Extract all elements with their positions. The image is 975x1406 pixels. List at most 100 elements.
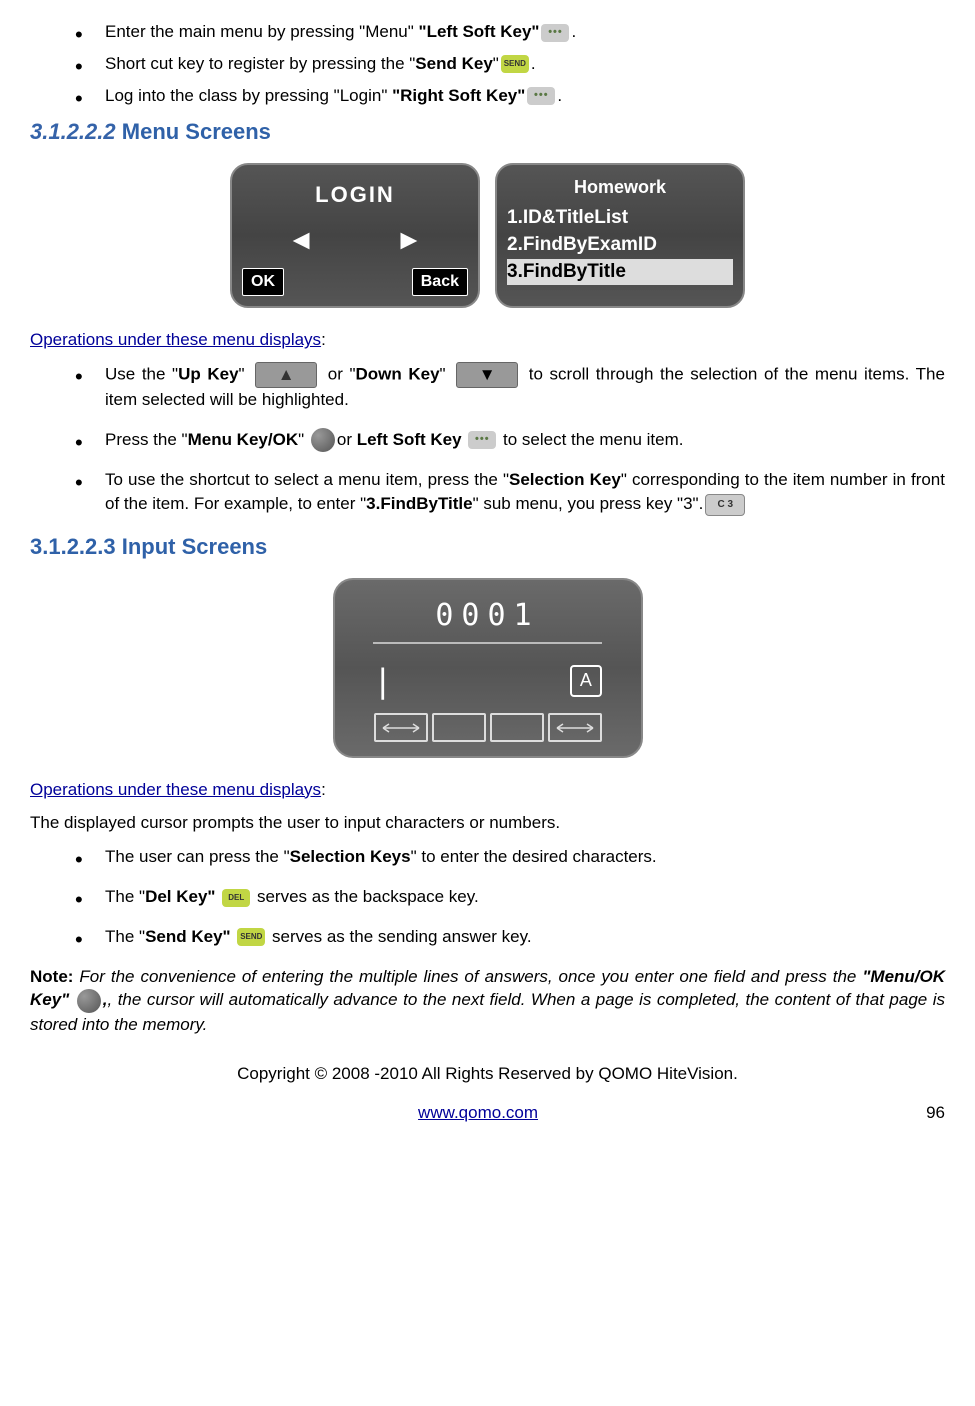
answer-box: [432, 713, 486, 742]
right-soft-key-icon: [527, 87, 555, 105]
text: serves as the sending answer key.: [267, 927, 531, 946]
footer: Copyright © 2008 -2010 All Rights Reserv…: [30, 1062, 945, 1125]
bullet-menu: Enter the main menu by pressing "Menu" "…: [80, 20, 945, 44]
send-key-icon: SEND: [501, 55, 529, 73]
text: " to enter the desired characters.: [411, 847, 657, 866]
section-title: Input Screens: [116, 534, 268, 559]
answer-box: [490, 713, 544, 742]
note-label: Note:: [30, 967, 79, 986]
text: .: [571, 22, 576, 41]
text: The user can press the ": [105, 847, 290, 866]
login-arrows: ◄►: [287, 220, 422, 259]
text: The ": [105, 927, 145, 946]
mode-indicator: A: [570, 665, 602, 697]
key-3-icon: C 3: [705, 494, 745, 516]
login-bottom: OK Back: [242, 268, 468, 296]
text: .: [531, 54, 536, 73]
divider: [373, 642, 602, 644]
login-screen: LOGIN ◄► OK Back: [230, 163, 480, 308]
cursor-row: | A: [373, 659, 602, 704]
heading-menu-screens: 3.1.2.2.2 Menu Screens: [30, 117, 945, 148]
del-key-icon: DEL: [222, 889, 250, 907]
left-soft-key-label: "Left Soft Key": [419, 22, 540, 41]
top-bullets: Enter the main menu by pressing "Menu" "…: [30, 20, 945, 107]
text: Press the ": [105, 430, 188, 449]
menu-key-label: Menu Key/OK: [188, 430, 299, 449]
left-soft-key-icon: [468, 431, 496, 449]
input-ops-bullets: The user can press the "Selection Keys" …: [30, 845, 945, 948]
answer-box: [548, 713, 602, 742]
find-by-title-label: 3.FindByTitle: [366, 494, 472, 513]
back-button: Back: [412, 268, 468, 296]
page-number: 96: [926, 1101, 945, 1125]
text: ": [239, 364, 252, 383]
heading-input-screens: 3.1.2.2.3 Input Screens: [30, 532, 945, 563]
text: Log into the class by pressing "Login": [105, 86, 392, 105]
selection-keys-label: Selection Keys: [290, 847, 411, 866]
hw-item-1: 1.ID&TitleList: [507, 205, 733, 232]
cursor: |: [373, 659, 392, 704]
input-screenshot: 0001 | A: [30, 578, 945, 758]
copyright: Copyright © 2008 -2010 All Rights Reserv…: [30, 1062, 945, 1086]
note-paragraph: Note: For the convenience of entering th…: [30, 965, 945, 1037]
ok-button: OK: [242, 268, 284, 296]
cursor-description: The displayed cursor prompts the user to…: [30, 811, 945, 835]
input-display-number: 0001: [435, 595, 539, 637]
hw-item-2: 2.FindByExamID: [507, 232, 733, 259]
menu-ok-icon: [311, 428, 335, 452]
text: ": [298, 430, 309, 449]
ops-heading-1: Operations under these menu displays:: [30, 328, 945, 352]
right-soft-key-label: "Right Soft Key": [392, 86, 525, 105]
send-key-icon: SEND: [237, 928, 265, 946]
left-soft-key-icon: [541, 24, 569, 42]
homework-screen: Homework 1.ID&TitleList 2.FindByExamID 3…: [495, 163, 745, 308]
section-number: 3.1.2.2.3: [30, 534, 116, 559]
note-text: For the convenience of entering the mult…: [79, 967, 862, 986]
left-soft-key-label: Left Soft Key: [357, 430, 467, 449]
text: ": [493, 54, 499, 73]
bullet-selection-keys: The user can press the "Selection Keys" …: [80, 845, 945, 869]
hw-item-3-selected: 3.FindByTitle: [507, 259, 733, 286]
menu-ops-bullets: Use the "Up Key" or "Down Key" to scroll…: [30, 362, 945, 516]
text: :: [321, 780, 326, 799]
ops-link: Operations under these menu displays: [30, 330, 321, 349]
answer-box: [374, 713, 428, 742]
text: Use the ": [105, 364, 178, 383]
answer-boxes: [374, 713, 602, 742]
bullet-register: Short cut key to register by pressing th…: [80, 52, 945, 76]
hw-title: Homework: [507, 175, 733, 200]
text: " sub menu, you press key "3".: [473, 494, 704, 513]
selection-key-label: Selection Key: [509, 470, 621, 489]
login-title: LOGIN: [315, 180, 395, 211]
text: :: [321, 330, 326, 349]
url: www.qomo.com: [418, 1103, 538, 1122]
ops-heading-2: Operations under these menu displays:: [30, 778, 945, 802]
ops-link: Operations under these menu displays: [30, 780, 321, 799]
bullet-scroll: Use the "Up Key" or "Down Key" to scroll…: [80, 362, 945, 412]
text: Enter the main menu by pressing "Menu": [105, 22, 419, 41]
text: Short cut key to register by pressing th…: [105, 54, 415, 73]
text: to select the menu item.: [498, 430, 683, 449]
del-key-label: Del Key": [145, 887, 215, 906]
up-arrow-icon: [255, 362, 317, 388]
send-key-label: Send Key": [145, 927, 231, 946]
menu-screenshots: LOGIN ◄► OK Back Homework 1.ID&TitleList…: [30, 163, 945, 308]
text: ": [440, 364, 453, 383]
input-screen: 0001 | A: [333, 578, 643, 758]
bullet-del-key: The "Del Key" DEL serves as the backspac…: [80, 885, 945, 909]
text: or: [337, 430, 357, 449]
bullet-login: Log into the class by pressing "Login" "…: [80, 84, 945, 108]
bullet-shortcut: To use the shortcut to select a menu ite…: [80, 468, 945, 516]
note-text: , the cursor will automatically advance …: [30, 990, 945, 1034]
bullet-send-key: The "Send Key" SEND serves as the sendin…: [80, 925, 945, 949]
text: or ": [321, 364, 355, 383]
up-key-label: Up Key: [178, 364, 238, 383]
down-key-label: Down Key: [356, 364, 440, 383]
send-key-label: Send Key: [415, 54, 492, 73]
bullet-select: Press the "Menu Key/OK" or Left Soft Key…: [80, 428, 945, 453]
text: To use the shortcut to select a menu ite…: [105, 470, 509, 489]
text: .: [557, 86, 562, 105]
down-arrow-icon: [456, 362, 518, 388]
text: serves as the backspace key.: [252, 887, 478, 906]
text: The ": [105, 887, 145, 906]
